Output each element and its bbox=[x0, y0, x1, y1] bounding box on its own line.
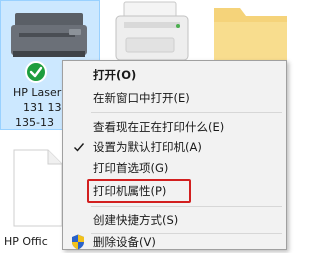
menu-item-printing-preferences[interactable]: 打印首选项(G) bbox=[63, 157, 286, 179]
menu-separator bbox=[91, 112, 282, 113]
checkmark-icon bbox=[74, 143, 85, 152]
multifunction-printer-icon bbox=[11, 13, 87, 57]
document-printer-icon bbox=[13, 149, 63, 227]
desktop-printer-icon bbox=[115, 1, 189, 61]
menu-item-open-new-window[interactable]: 在新窗口中打开(E) bbox=[63, 87, 286, 109]
menu-item-set-default[interactable]: 设置为默认打印机(A) bbox=[63, 136, 286, 158]
menu-item-see-whats-printing[interactable]: 查看现在正在打印什么(E) bbox=[63, 116, 286, 138]
default-printer-check-badge bbox=[25, 61, 47, 83]
menu-item-label: 删除设备(V) bbox=[93, 235, 156, 249]
menu-item-open[interactable]: 打开(O) bbox=[63, 64, 286, 86]
menu-item-create-shortcut[interactable]: 创建快捷方式(S) bbox=[63, 209, 286, 231]
printer-name-office: HP Offic bbox=[4, 235, 48, 248]
context-menu: 打开(O) 在新窗口中打开(E) 查看现在正在打印什么(E) 设置为默认打印机(… bbox=[62, 60, 287, 250]
printer-tile-hp-office[interactable]: HP Offic bbox=[0, 130, 70, 250]
menu-separator bbox=[91, 206, 282, 207]
uac-shield-icon bbox=[72, 234, 84, 250]
menu-item-label: 设置为默认打印机(A) bbox=[93, 140, 202, 154]
printer-properties-highlight bbox=[87, 179, 191, 203]
